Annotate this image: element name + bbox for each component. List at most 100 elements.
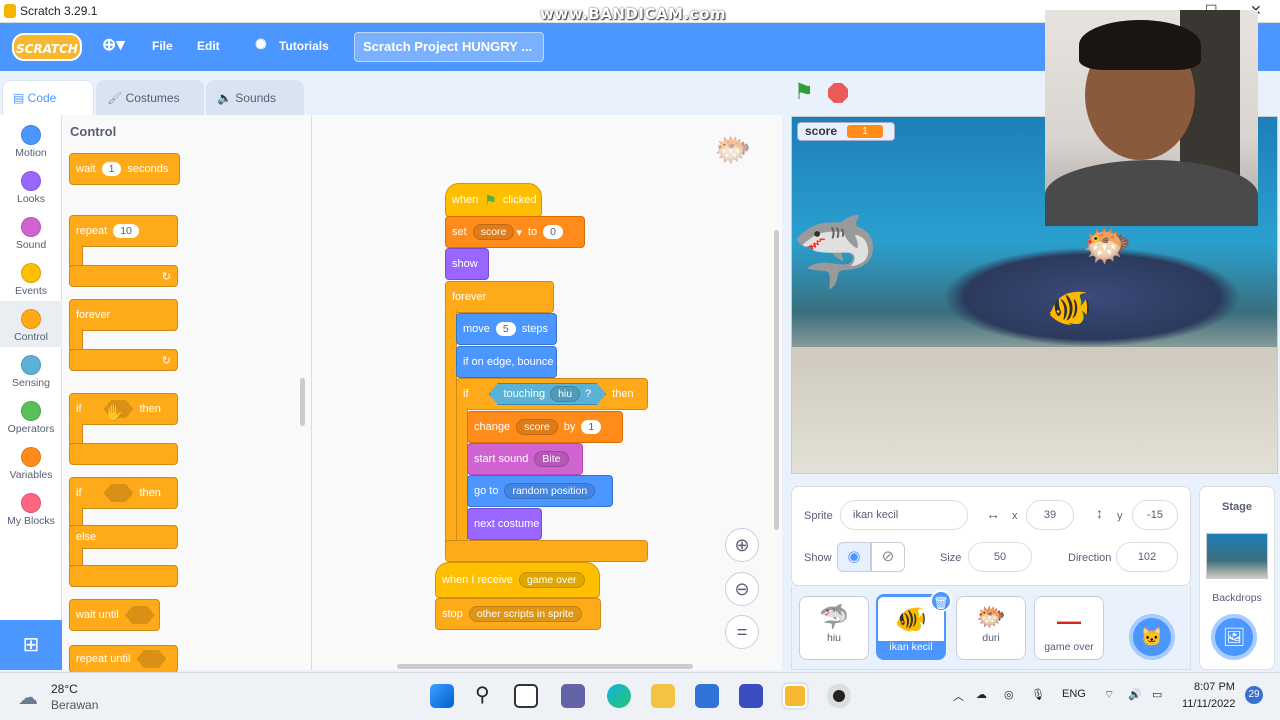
backdrop-thumbnail[interactable]: [1206, 533, 1268, 579]
category-control[interactable]: Control: [0, 301, 62, 347]
category-sensing[interactable]: Sensing: [0, 347, 62, 393]
file-menu[interactable]: File: [152, 39, 173, 53]
direction-field[interactable]: 102: [1116, 542, 1178, 572]
message-dropdown[interactable]: game over: [518, 572, 585, 588]
block-input[interactable]: 1: [101, 162, 122, 176]
green-flag-icon[interactable]: ⚑: [794, 79, 814, 105]
category-events[interactable]: Events: [0, 255, 62, 301]
task-view-icon[interactable]: [514, 684, 538, 708]
if-touching-block[interactable]: if touching hiu? then: [456, 378, 648, 410]
delete-sprite-icon[interactable]: 🗑: [930, 590, 952, 612]
forever-loop-block[interactable]: forever: [445, 281, 554, 313]
repeat-block[interactable]: repeat 10: [69, 215, 178, 247]
wait-until-block[interactable]: wait until: [69, 599, 160, 631]
app-icon-vs[interactable]: [739, 684, 763, 708]
variable-dropdown[interactable]: score: [472, 224, 515, 240]
edge-icon[interactable]: [607, 684, 631, 708]
x-field[interactable]: 39: [1026, 500, 1074, 530]
go-to-block[interactable]: go to random position: [467, 475, 613, 507]
clock-time[interactable]: 8:07 PM: [1194, 681, 1235, 693]
palette-scrollbar[interactable]: [300, 378, 305, 426]
position-dropdown[interactable]: random position: [504, 483, 596, 499]
bandicam-record-icon[interactable]: [827, 684, 851, 708]
block-input[interactable]: 1: [581, 420, 602, 434]
sprite-tile-duri[interactable]: 🐡 duri: [956, 596, 1026, 660]
project-title-input[interactable]: Scratch Project HUNGRY ...: [354, 32, 544, 62]
pufferfish-sprite-icon[interactable]: 🐡: [1082, 222, 1132, 269]
stop-sign-icon[interactable]: [828, 83, 848, 103]
language-indicator[interactable]: ENG: [1062, 688, 1086, 700]
headset-icon[interactable]: ◎: [1004, 688, 1014, 701]
script-vertical-scrollbar[interactable]: [774, 230, 779, 530]
zoom-in-button[interactable]: ⊕: [725, 528, 759, 562]
weather-temp[interactable]: 28°C: [51, 682, 78, 696]
category-my-blocks[interactable]: My Blocks: [0, 485, 62, 531]
sprite-tile-hiu[interactable]: 🦈 hiu: [799, 596, 869, 660]
size-field[interactable]: 50: [968, 542, 1032, 572]
zoom-reset-button[interactable]: =: [725, 615, 759, 649]
category-looks[interactable]: Looks: [0, 163, 62, 209]
y-field[interactable]: -15: [1132, 500, 1178, 530]
when-i-receive-block[interactable]: when I receive game over: [435, 562, 600, 598]
start-sound-block[interactable]: start sound Bite: [467, 443, 583, 475]
choose-backdrop-button[interactable]: 🖼: [1211, 614, 1257, 660]
small-fish-sprite-icon[interactable]: 🐠: [1047, 287, 1092, 329]
cloud-icon[interactable]: ☁: [976, 688, 987, 701]
add-extension-button[interactable]: ⊞: [0, 620, 62, 670]
touching-dropdown[interactable]: hiu: [550, 386, 581, 402]
show-block[interactable]: show: [445, 248, 489, 280]
block-input[interactable]: 5: [495, 322, 516, 336]
sprite-name-field[interactable]: ikan kecil: [840, 500, 968, 530]
tab-code[interactable]: ▤ Code: [2, 80, 94, 115]
sound-dropdown[interactable]: Bite: [534, 451, 569, 467]
category-motion[interactable]: Motion: [0, 117, 62, 163]
bounce-block[interactable]: if on edge, bounce: [456, 346, 557, 378]
condition-slot[interactable]: [124, 606, 155, 624]
wait-block[interactable]: wait 1 seconds: [69, 153, 180, 185]
file-explorer-icon[interactable]: [651, 684, 675, 708]
forever-block[interactable]: forever: [69, 299, 178, 331]
battery-icon[interactable]: ▭: [1152, 688, 1162, 701]
weather-desc[interactable]: Berawan: [51, 698, 98, 712]
show-visible-button[interactable]: ◉: [837, 542, 871, 572]
change-variable-block[interactable]: change score by 1: [467, 411, 623, 443]
teams-icon[interactable]: [561, 684, 585, 708]
category-operators[interactable]: Operators: [0, 393, 62, 439]
set-variable-block[interactable]: set score ▾ to 0: [445, 216, 585, 248]
script-horizontal-scrollbar[interactable]: [397, 664, 693, 669]
stop-dropdown[interactable]: other scripts in sprite: [468, 606, 582, 622]
notification-badge[interactable]: 29: [1245, 686, 1263, 704]
sprite-tile-game-over[interactable]: ▬▬▬ game over: [1034, 596, 1104, 660]
condition-slot[interactable]: [136, 650, 167, 668]
volume-icon[interactable]: 🔊: [1128, 688, 1142, 701]
tab-costumes[interactable]: 🖌 Costumes: [96, 80, 204, 115]
block-input[interactable]: 10: [113, 224, 139, 238]
condition-slot[interactable]: [103, 484, 134, 502]
store-icon[interactable]: [695, 684, 719, 708]
variable-dropdown[interactable]: score: [516, 419, 558, 435]
language-globe-icon[interactable]: ⊕▾: [102, 35, 125, 55]
clock-date[interactable]: 11/11/2022: [1182, 698, 1235, 710]
scratch-taskbar-icon[interactable]: [783, 684, 807, 708]
move-steps-block[interactable]: move 5 steps: [456, 313, 557, 345]
next-costume-block[interactable]: next costume: [467, 508, 542, 540]
category-variables[interactable]: Variables: [0, 439, 62, 485]
tutorials-menu[interactable]: Tutorials: [279, 39, 329, 53]
touching-sensing-block[interactable]: touching hiu?: [488, 383, 607, 405]
block-input[interactable]: 0: [543, 225, 563, 239]
choose-sprite-button[interactable]: 🐱: [1129, 614, 1175, 660]
category-sound[interactable]: Sound: [0, 209, 62, 255]
microphone-icon[interactable]: 🎙: [1031, 688, 1045, 701]
search-icon[interactable]: ⚲: [475, 682, 490, 707]
edit-menu[interactable]: Edit: [197, 39, 220, 53]
stop-block[interactable]: stop other scripts in sprite: [435, 598, 601, 630]
scratch-logo[interactable]: SCRATCH: [12, 33, 82, 61]
if-else-block[interactable]: if then: [69, 477, 178, 509]
repeat-until-block[interactable]: repeat until: [69, 645, 178, 673]
chevron-up-icon[interactable]: ︿: [953, 688, 964, 704]
zoom-out-button[interactable]: ⊖: [725, 572, 759, 606]
show-hidden-button[interactable]: ⊘: [871, 542, 905, 572]
shark-sprite-icon[interactable]: 🦈: [792, 212, 879, 294]
when-flag-clicked-block[interactable]: when ⚑ clicked: [445, 183, 542, 217]
tab-sounds[interactable]: 🔈 Sounds: [206, 80, 304, 115]
